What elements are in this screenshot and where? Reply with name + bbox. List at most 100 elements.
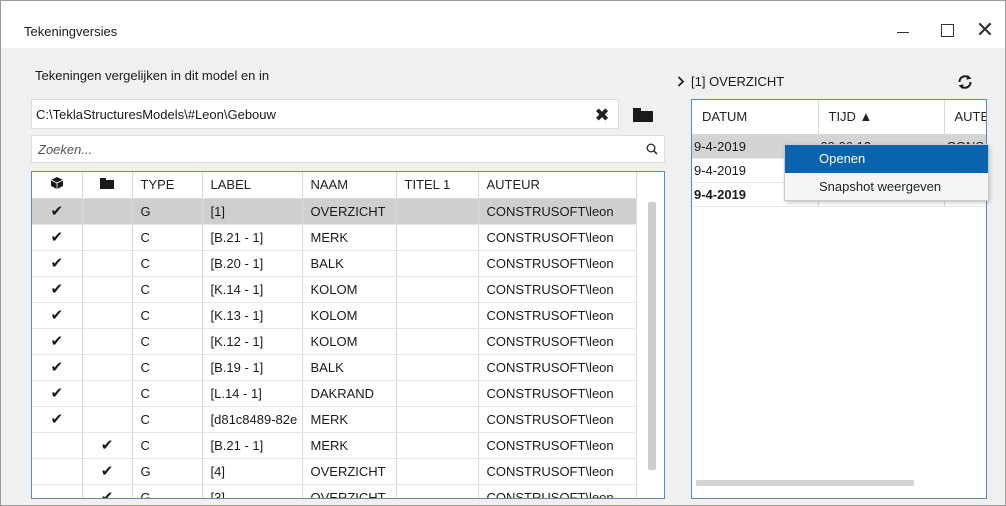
- auteur-cell: CONSTRUSOFT\leon: [478, 354, 637, 381]
- auteur-cell: CONSTRUSOFT\leon: [478, 484, 637, 498]
- label-cell: [d81c8489-82e: [202, 406, 303, 433]
- column-label-header[interactable]: LABEL: [202, 172, 303, 199]
- grid-header-row: TYPE LABEL NAAM TITEL 1 AUTEUR: [32, 172, 637, 199]
- type-cell: C: [132, 276, 203, 303]
- label-cell: [B.21 - 1]: [202, 432, 303, 459]
- minimize-button[interactable]: [881, 13, 925, 47]
- type-cell: C: [132, 250, 203, 277]
- column-type-header[interactable]: TYPE: [132, 172, 203, 199]
- in-model-check: ✔: [32, 276, 83, 303]
- auteur-cell: CONSTRUSOFT\leon: [478, 458, 637, 485]
- column-model-header[interactable]: [32, 172, 83, 199]
- naam-cell: KOLOM: [302, 328, 397, 355]
- in-folder-check: ✔: [82, 458, 133, 485]
- model-path-value: C:\TeklaStructuresModels\#Leon\Gebouw: [36, 106, 276, 122]
- column-auteur-header[interactable]: AUTEUR: [478, 172, 637, 199]
- model-path-field[interactable]: C:\TeklaStructuresModels\#Leon\Gebouw: [31, 99, 619, 129]
- in-folder-check: [82, 198, 133, 225]
- refresh-icon[interactable]: [954, 71, 976, 93]
- type-cell: C: [132, 432, 203, 459]
- drawings-grid: TYPE LABEL NAAM TITEL 1 AUTEUR ✔ G [1] OVER…: [31, 171, 665, 499]
- in-model-check: ✔: [32, 302, 83, 329]
- titel-cell: [396, 484, 479, 498]
- in-folder-check: [82, 354, 133, 381]
- in-folder-check: [82, 406, 133, 433]
- column-naam-header[interactable]: NAAM: [302, 172, 397, 199]
- minimize-icon: [897, 31, 909, 33]
- label-cell: [1]: [202, 198, 303, 225]
- label-cell: [B.19 - 1]: [202, 354, 303, 381]
- in-folder-check: [82, 380, 133, 407]
- column-titel-header[interactable]: TITEL 1: [396, 172, 479, 199]
- title-bar: Tekeningversies ✕: [1, 1, 1005, 48]
- in-folder-check: ✔: [82, 484, 133, 498]
- auteur-cell: CONSTRUSOFT\leon: [478, 302, 637, 329]
- table-row[interactable]: ✔ C [K.12 - 1] KOLOM CONSTRUSOFT\leon: [32, 328, 637, 355]
- type-cell: G: [132, 198, 203, 225]
- naam-cell: MERK: [302, 406, 397, 433]
- table-row[interactable]: ✔ G [3] OVERZICHT CONSTRUSOFT\leon: [32, 484, 637, 498]
- label-cell: [K.12 - 1]: [202, 328, 303, 355]
- type-cell: C: [132, 328, 203, 355]
- titel-cell: [396, 406, 479, 433]
- titel-cell: [396, 250, 479, 277]
- naam-cell: OVERZICHT: [302, 484, 397, 498]
- search-field[interactable]: [31, 135, 665, 163]
- label-cell: [B.20 - 1]: [202, 250, 303, 277]
- in-model-check: [32, 484, 83, 498]
- auteur-cell: CONSTRUSOFT\leon: [478, 406, 637, 433]
- titel-cell: [396, 354, 479, 381]
- titel-cell: [396, 224, 479, 251]
- maximize-icon: [940, 23, 954, 37]
- auteur-cell: CONSTRUSOFT\leon: [478, 276, 637, 303]
- tekeningversies-window: Tekeningversies ✕ Tekeningen vergelijken…: [0, 0, 1006, 506]
- clear-path-icon[interactable]: ✖: [591, 104, 613, 126]
- search-input[interactable]: [36, 140, 640, 158]
- table-row[interactable]: ✔ C [d81c8489-82e MERK CONSTRUSOFT\leon: [32, 406, 637, 433]
- chevron-right-icon: [677, 76, 685, 87]
- type-cell: G: [132, 458, 203, 485]
- compare-label: Tekeningen vergelijken in dit model en i…: [35, 68, 270, 83]
- menu-item-openen[interactable]: Openen: [785, 145, 988, 173]
- naam-cell: MERK: [302, 432, 397, 459]
- in-model-check: ✔: [32, 354, 83, 381]
- search-icon[interactable]: [640, 143, 664, 155]
- version-header[interactable]: [1] OVERZICHT: [677, 74, 784, 89]
- label-cell: [L.14 - 1]: [202, 380, 303, 407]
- table-row[interactable]: ✔ C [B.21 - 1] MERK CONSTRUSOFT\leon: [32, 224, 637, 251]
- label-cell: [K.14 - 1]: [202, 276, 303, 303]
- table-row[interactable]: ✔ C [K.14 - 1] KOLOM CONSTRUSOFT\leon: [32, 276, 637, 303]
- in-model-check: ✔: [32, 224, 83, 251]
- column-auteur-header[interactable]: AUTE: [944, 100, 986, 135]
- in-model-check: ✔: [32, 380, 83, 407]
- vertical-scrollbar[interactable]: [648, 202, 656, 470]
- auteur-cell: CONSTRUSOFT\leon: [478, 328, 637, 355]
- in-folder-check: [82, 276, 133, 303]
- column-datum-header[interactable]: DATUM: [692, 100, 819, 135]
- table-row[interactable]: ✔ C [B.21 - 1] MERK CONSTRUSOFT\leon: [32, 432, 637, 459]
- type-cell: C: [132, 302, 203, 329]
- close-button[interactable]: ✕: [963, 13, 1006, 47]
- auteur-cell: CONSTRUSOFT\leon: [478, 250, 637, 277]
- naam-cell: BALK: [302, 354, 397, 381]
- in-model-check: ✔: [32, 250, 83, 277]
- in-folder-check: [82, 328, 133, 355]
- in-model-check: ✔: [32, 406, 83, 433]
- label-cell: [3]: [202, 484, 303, 498]
- column-tijd-header[interactable]: TIJD ▲: [818, 100, 945, 135]
- folder-icon[interactable]: [633, 108, 653, 122]
- in-model-check: ✔: [32, 198, 83, 225]
- type-cell: C: [132, 406, 203, 433]
- type-cell: G: [132, 484, 203, 498]
- column-folder-header[interactable]: [82, 172, 133, 199]
- table-row[interactable]: ✔ C [K.13 - 1] KOLOM CONSTRUSOFT\leon: [32, 302, 637, 329]
- table-row[interactable]: ✔ G [1] OVERZICHT CONSTRUSOFT\leon: [32, 198, 637, 225]
- table-row[interactable]: ✔ C [B.19 - 1] BALK CONSTRUSOFT\leon: [32, 354, 637, 381]
- titel-cell: [396, 328, 479, 355]
- menu-item-snapshot-weergeven[interactable]: Snapshot weergeven: [785, 173, 988, 201]
- table-row[interactable]: ✔ G [4] OVERZICHT CONSTRUSOFT\leon: [32, 458, 637, 485]
- horizontal-scrollbar[interactable]: [696, 480, 914, 486]
- naam-cell: DAKRAND: [302, 380, 397, 407]
- table-row[interactable]: ✔ C [L.14 - 1] DAKRAND CONSTRUSOFT\leon: [32, 380, 637, 407]
- table-row[interactable]: ✔ C [B.20 - 1] BALK CONSTRUSOFT\leon: [32, 250, 637, 277]
